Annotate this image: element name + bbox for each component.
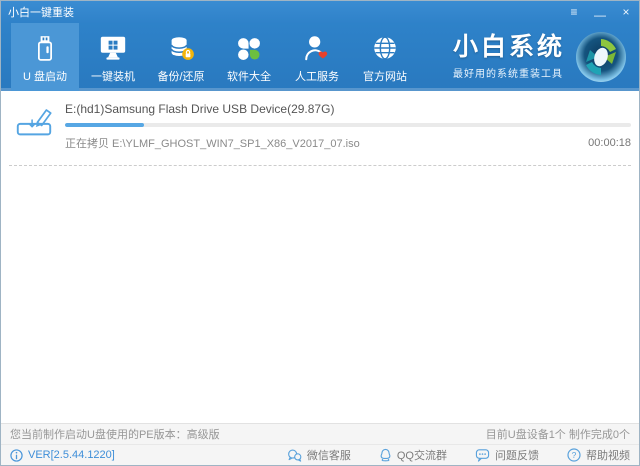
wechat-icon	[287, 449, 302, 462]
person-heart-icon	[302, 31, 332, 63]
nav-item-label: 官方网站	[363, 68, 407, 84]
device-name: E:(hd1)Samsung Flash Drive USB Device(29…	[65, 102, 631, 116]
nav-item-backup-restore[interactable]: 备份/还原	[147, 23, 215, 91]
app-window: 小白一键重装 ≡ — × U 盘启动	[0, 0, 640, 466]
feedback-link[interactable]: 问题反馈	[475, 447, 539, 463]
nav-item-label: 软件大全	[227, 68, 271, 84]
brand-name: 小白系统	[453, 34, 565, 62]
version-label[interactable]: VER[2.5.44.1220]	[10, 449, 115, 462]
brand-area: 小白系统 最好用的系统重装工具	[453, 23, 639, 91]
minimize-icon: —	[594, 8, 606, 22]
pe-version-status: 您当前制作启动U盘使用的PE版本：高级版	[10, 426, 220, 442]
menu-button[interactable]: ≡	[561, 1, 587, 23]
usb-drive-icon	[31, 31, 59, 63]
nav-item-label: 备份/还原	[157, 68, 204, 84]
qq-icon	[379, 448, 392, 462]
device-sub-row: 正在拷贝 E:\YLMF_GHOST_WIN7_SP1_X86_V2017_07…	[65, 135, 631, 151]
help-video-link[interactable]: ? 帮助视频	[567, 447, 630, 463]
nav-item-software-collection[interactable]: 软件大全	[215, 23, 283, 91]
close-icon: ×	[622, 5, 629, 19]
dashed-separator	[9, 165, 631, 166]
wechat-support-link[interactable]: 微信客服	[287, 447, 351, 463]
qq-group-link[interactable]: QQ交流群	[379, 447, 447, 463]
monitor-windows-icon	[98, 31, 128, 63]
usb-device-row: E:(hd1)Samsung Flash Drive USB Device(29…	[1, 91, 639, 151]
brand-tagline: 最好用的系统重装工具	[453, 65, 565, 80]
nav-item-usb-boot[interactable]: U 盘启动	[11, 23, 79, 91]
progress-bar	[65, 123, 631, 127]
elapsed-time: 00:00:18	[588, 137, 631, 149]
copy-status-text: 正在拷贝 E:\YLMF_GHOST_WIN7_SP1_X86_V2017_07…	[65, 135, 360, 151]
refresh-arrows-logo	[575, 31, 627, 83]
footer-link-label: QQ交流群	[397, 447, 447, 463]
device-main: E:(hd1)Samsung Flash Drive USB Device(29…	[65, 101, 631, 151]
footer-link-label: 微信客服	[307, 447, 351, 463]
globe-icon	[370, 31, 400, 63]
nav-item-label: 人工服务	[295, 68, 339, 84]
apps-grid-icon	[235, 31, 263, 63]
main-content: E:(hd1)Samsung Flash Drive USB Device(29…	[1, 91, 639, 423]
nav-item-human-service[interactable]: 人工服务	[283, 23, 351, 91]
footer-link-label: 问题反馈	[495, 447, 539, 463]
info-icon	[10, 449, 23, 462]
disk-write-icon	[13, 101, 55, 141]
window-title: 小白一键重装	[8, 4, 74, 20]
device-count-status: 目前U盘设备1个 制作完成0个	[486, 426, 630, 442]
footer-links: 微信客服 QQ交流群	[287, 447, 630, 463]
close-button[interactable]: ×	[613, 1, 639, 23]
statusbar: 您当前制作启动U盘使用的PE版本：高级版 目前U盘设备1个 制作完成0个	[1, 423, 639, 444]
svg-text:?: ?	[572, 450, 577, 460]
help-circle-icon: ?	[567, 448, 581, 462]
navbar: U 盘启动 一键装机	[1, 23, 639, 91]
titlebar: 小白一键重装 ≡ — ×	[1, 1, 639, 23]
bottombar: VER[2.5.44.1220] 微信客服	[1, 444, 639, 465]
nav-item-label: U 盘启动	[23, 68, 67, 84]
nav-item-official-website[interactable]: 官方网站	[351, 23, 419, 91]
version-text: VER[2.5.44.1220]	[28, 449, 115, 461]
brand-text: 小白系统 最好用的系统重装工具	[453, 34, 565, 80]
progress-fill	[65, 123, 144, 127]
minimize-button[interactable]: —	[587, 1, 613, 23]
footer-link-label: 帮助视频	[586, 447, 630, 463]
menu-icon: ≡	[570, 5, 577, 19]
nav-item-one-click-install[interactable]: 一键装机	[79, 23, 147, 91]
feedback-bubble-icon	[475, 448, 490, 462]
database-lock-icon	[166, 31, 196, 63]
nav-item-label: 一键装机	[91, 68, 135, 84]
